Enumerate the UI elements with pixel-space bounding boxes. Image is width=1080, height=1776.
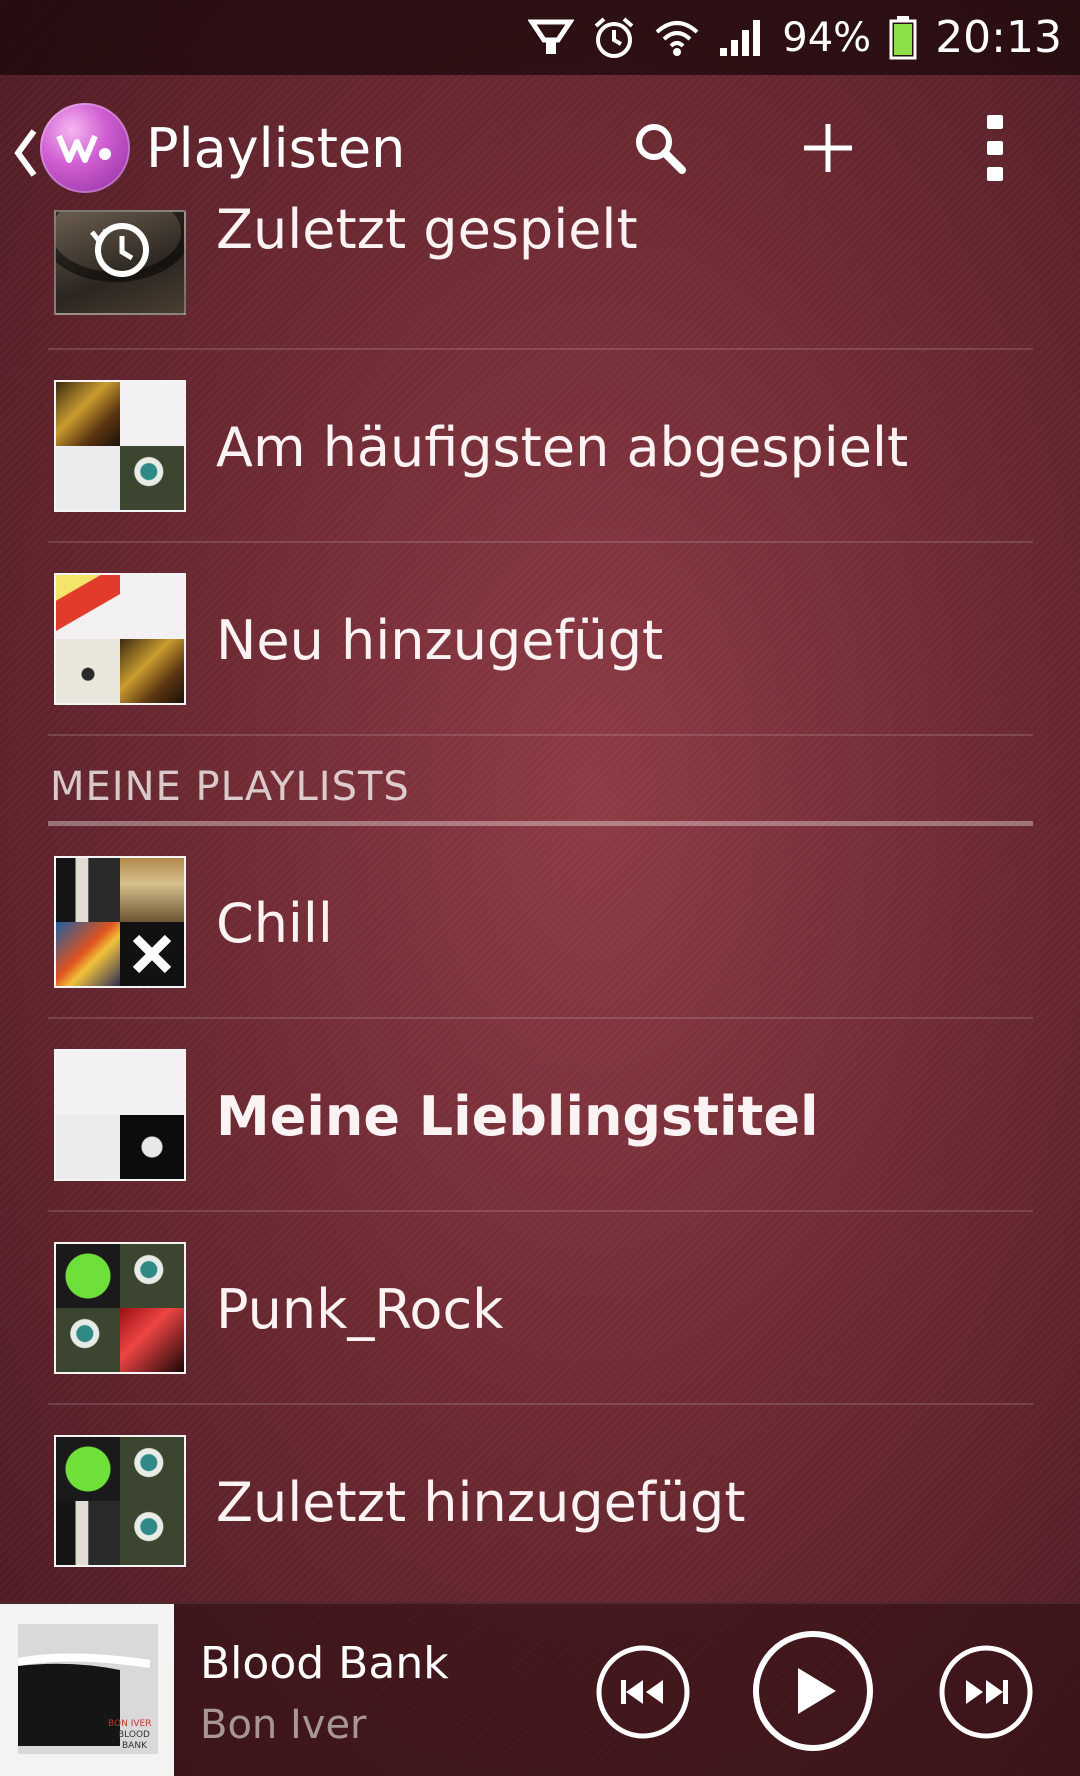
play-icon bbox=[753, 1631, 873, 1751]
walkman-icon[interactable] bbox=[40, 103, 130, 193]
album-art bbox=[56, 1308, 120, 1372]
album-cover-art: BON IVER BLOOD BANK bbox=[0, 1604, 174, 1776]
list-item[interactable]: Zuletzt hinzugefügt bbox=[48, 1405, 1033, 1598]
album-art bbox=[56, 446, 120, 510]
album-art bbox=[120, 1501, 184, 1565]
playlist-name: Chill bbox=[216, 892, 333, 955]
playlist-thumbnail bbox=[54, 380, 186, 512]
playlist-name: Zuletzt hinzugefügt bbox=[216, 1471, 746, 1534]
svg-text:BON IVER: BON IVER bbox=[108, 1719, 151, 1729]
add-icon bbox=[800, 120, 856, 180]
page-title: Playlisten bbox=[146, 117, 406, 180]
album-art bbox=[120, 1051, 184, 1115]
playlist-thumbnail bbox=[54, 1242, 186, 1374]
playlist-thumbnail bbox=[54, 1049, 186, 1181]
clock: 20:13 bbox=[935, 12, 1062, 63]
album-art bbox=[120, 575, 184, 639]
album-art bbox=[120, 639, 184, 703]
x-logo-icon bbox=[132, 934, 172, 974]
list-item[interactable]: Meine Lieblingstitel bbox=[48, 1019, 1033, 1212]
album-art bbox=[56, 639, 120, 703]
track-artist: Bon Iver bbox=[200, 1702, 367, 1748]
search-icon bbox=[632, 120, 688, 180]
history-icon bbox=[56, 212, 184, 282]
playlist-name: Am häufigsten abgespielt bbox=[216, 416, 909, 479]
album-art bbox=[120, 1115, 184, 1179]
list-item[interactable]: Am häufigsten abgespielt bbox=[48, 350, 1033, 543]
section-header-label: MEINE PLAYLISTS bbox=[50, 764, 410, 810]
list-item[interactable]: Neu hinzugefügt bbox=[48, 543, 1033, 736]
play-button[interactable] bbox=[752, 1630, 874, 1752]
battery-percent: 94% bbox=[782, 14, 872, 61]
album-art bbox=[56, 1051, 120, 1115]
svg-text:BLOOD: BLOOD bbox=[118, 1730, 150, 1740]
album-art bbox=[56, 1244, 120, 1308]
previous-icon bbox=[596, 1645, 690, 1739]
album-art bbox=[56, 858, 120, 922]
next-button[interactable] bbox=[938, 1644, 1034, 1740]
album-art bbox=[56, 1115, 120, 1179]
album-art bbox=[56, 382, 120, 446]
previous-button[interactable] bbox=[595, 1644, 691, 1740]
alarm-icon bbox=[592, 13, 636, 63]
album-art bbox=[120, 1437, 184, 1501]
album-art bbox=[56, 1501, 120, 1565]
status-bar: 94% 20:13 bbox=[0, 0, 1080, 75]
playlist-thumbnail bbox=[54, 573, 186, 705]
playlist-name: Neu hinzugefügt bbox=[216, 609, 664, 672]
signal-icon bbox=[718, 13, 764, 63]
album-art bbox=[120, 1244, 184, 1308]
album-art bbox=[120, 446, 184, 510]
playlist-thumbnail bbox=[54, 1435, 186, 1567]
chevron-left-icon[interactable] bbox=[10, 123, 40, 183]
battery-icon bbox=[889, 13, 917, 63]
wifi-icon bbox=[654, 13, 700, 63]
next-icon bbox=[939, 1645, 1033, 1739]
search-button[interactable] bbox=[615, 105, 705, 195]
list-item[interactable]: Zuletzt gespielt bbox=[48, 198, 1033, 350]
list-item[interactable]: Chill bbox=[48, 826, 1033, 1019]
album-art bbox=[56, 575, 120, 639]
svg-text:BANK: BANK bbox=[122, 1741, 148, 1751]
playlist-name: Meine Lieblingstitel bbox=[216, 1085, 819, 1148]
playlist-thumbnail bbox=[54, 856, 186, 988]
overflow-menu-button[interactable] bbox=[950, 105, 1040, 195]
section-header: MEINE PLAYLISTS bbox=[48, 736, 1033, 826]
album-art bbox=[56, 922, 120, 986]
list-item[interactable]: Punk_Rock bbox=[48, 1212, 1033, 1405]
overflow-menu-icon bbox=[985, 113, 1005, 187]
playlist-thumbnail bbox=[54, 210, 186, 315]
album-art bbox=[56, 1437, 120, 1501]
playlist-name: Punk_Rock bbox=[216, 1278, 504, 1341]
now-playing-bar[interactable]: BON IVER BLOOD BANK Blood Bank Bon Iver bbox=[0, 1602, 1080, 1776]
album-art bbox=[120, 858, 184, 922]
album-art bbox=[120, 1308, 184, 1372]
now-playing-album-art[interactable]: BON IVER BLOOD BANK bbox=[0, 1604, 174, 1776]
album-art bbox=[120, 382, 184, 446]
album-art bbox=[120, 922, 184, 986]
playlist-name: Zuletzt gespielt bbox=[216, 198, 638, 261]
track-title: Blood Bank bbox=[200, 1638, 449, 1689]
fieldtest-icon bbox=[528, 13, 575, 63]
add-playlist-button[interactable] bbox=[783, 105, 873, 195]
playlist-list: Zuletzt gespielt Am häufigsten abgespiel… bbox=[0, 198, 1080, 1598]
